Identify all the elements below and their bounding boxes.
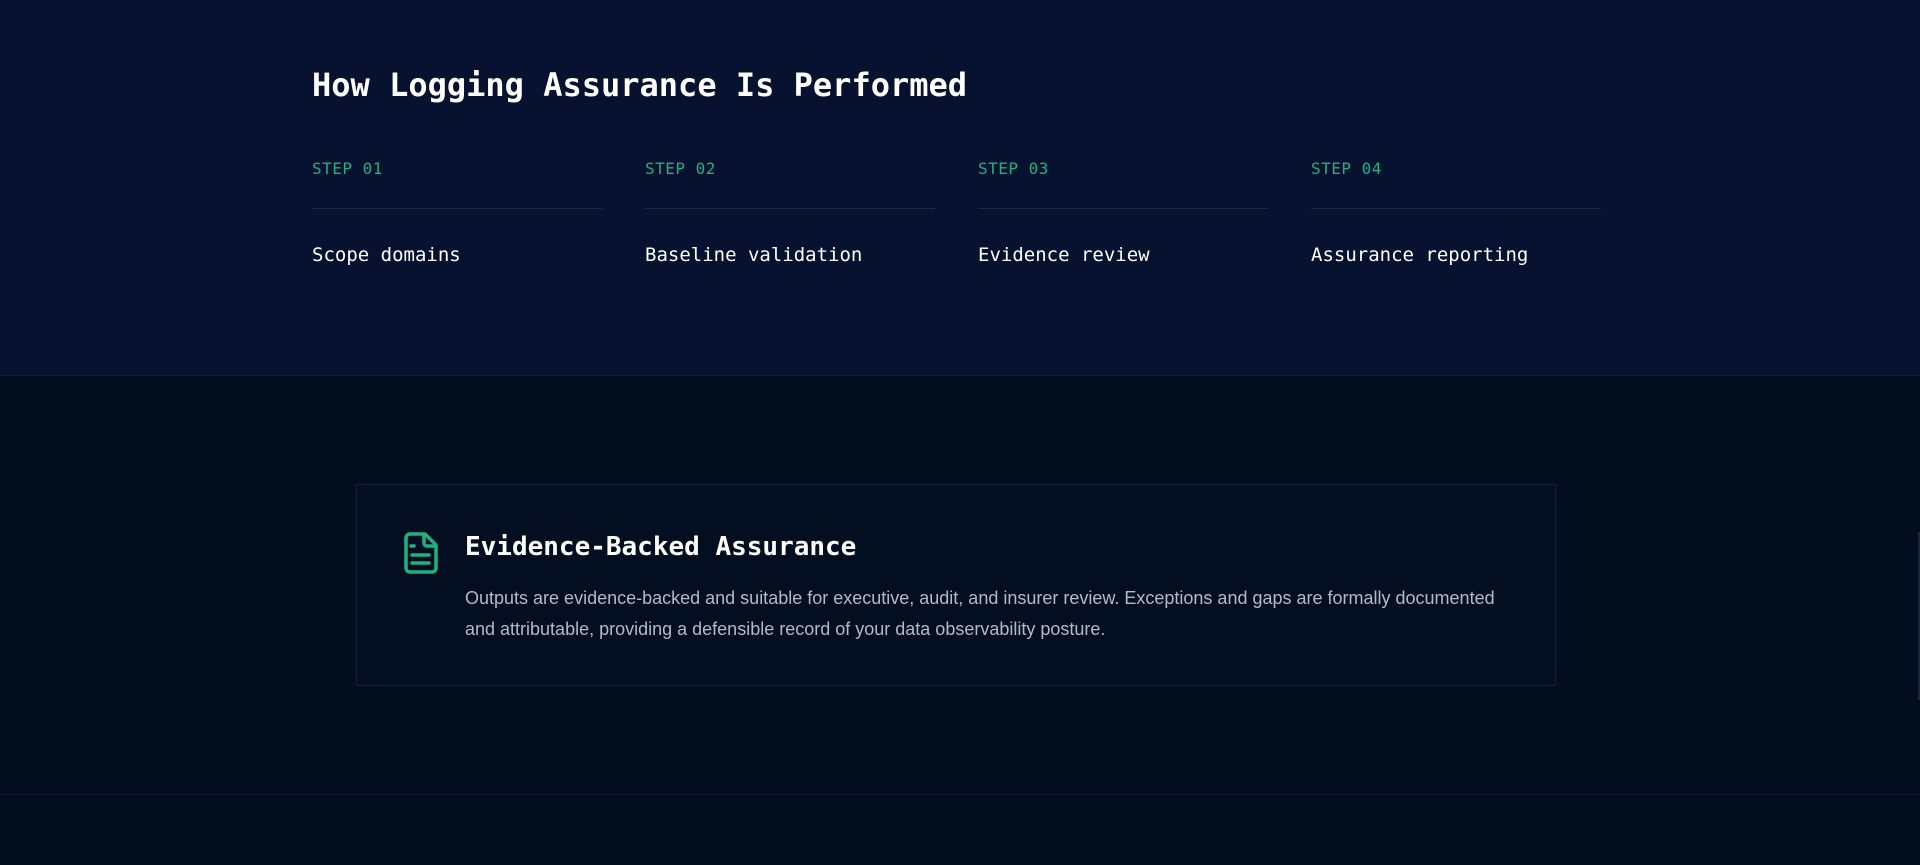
step-title: Assurance reporting bbox=[1311, 244, 1529, 266]
step-divider bbox=[312, 208, 602, 209]
section-title: How Logging Assurance Is Performed bbox=[312, 66, 968, 104]
step-1: STEP 01 Scope domains bbox=[312, 158, 602, 266]
evidence-section: Evidence-Backed Assurance Outputs are ev… bbox=[0, 376, 1920, 795]
step-divider bbox=[978, 208, 1268, 209]
step-label: STEP 01 bbox=[312, 159, 383, 178]
process-section: How Logging Assurance Is Performed STEP … bbox=[0, 0, 1920, 376]
step-divider bbox=[1311, 208, 1601, 209]
step-label: STEP 03 bbox=[978, 159, 1049, 178]
card-description: Outputs are evidence-backed and suitable… bbox=[465, 588, 1495, 639]
step-title: Evidence review bbox=[978, 244, 1150, 266]
step-divider bbox=[645, 208, 935, 209]
card-title: Evidence-Backed Assurance bbox=[465, 532, 857, 562]
document-icon bbox=[403, 531, 439, 575]
step-title: Baseline validation bbox=[645, 244, 863, 266]
steps-row: STEP 01 Scope domains STEP 02 Baseline v… bbox=[312, 158, 1602, 278]
step-label: STEP 04 bbox=[1311, 159, 1382, 178]
step-title: Scope domains bbox=[312, 244, 461, 266]
step-label: STEP 02 bbox=[645, 159, 716, 178]
step-4: STEP 04 Assurance reporting bbox=[1311, 158, 1601, 266]
step-2: STEP 02 Baseline validation bbox=[645, 158, 935, 266]
evidence-card: Evidence-Backed Assurance Outputs are ev… bbox=[356, 484, 1556, 686]
step-3: STEP 03 Evidence review bbox=[978, 158, 1268, 266]
